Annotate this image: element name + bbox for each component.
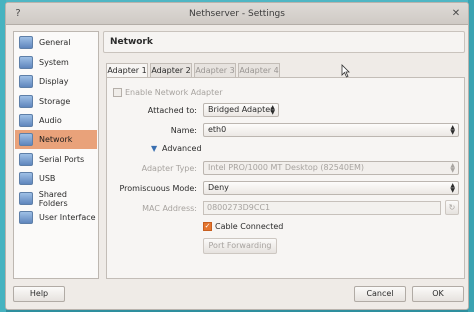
promiscuous-mode-label: Promiscuous Mode: <box>119 184 197 193</box>
window-title: Nethserver - Settings <box>189 9 285 19</box>
promiscuous-mode-select[interactable]: Deny ▲ ▼ <box>203 181 459 195</box>
port-forwarding-button[interactable]: Port Forwarding <box>203 238 277 254</box>
tab-adapter-1[interactable]: Adapter 1 <box>106 63 148 78</box>
adapter-type-label: Adapter Type: <box>141 164 197 173</box>
advanced-toggle[interactable]: Advanced <box>162 144 202 153</box>
storage-icon <box>19 95 33 108</box>
tab-adapter-4[interactable]: Adapter 4 <box>238 63 280 77</box>
page-heading: Network <box>103 31 465 53</box>
cable-connected-checkbox[interactable]: ✓ <box>203 222 212 231</box>
tab-adapter-3[interactable]: Adapter 3 <box>194 63 236 77</box>
sidebar-item-label: User Interface <box>39 213 96 222</box>
settings-window: ? Nethserver - Settings ✕ General System… <box>5 2 469 310</box>
cable-connected-label: Cable Connected <box>215 222 284 231</box>
sidebar-item-audio[interactable]: Audio <box>15 111 97 130</box>
advanced-toggle-icon[interactable]: ▼ <box>151 144 157 153</box>
name-label: Name: <box>170 126 197 135</box>
promiscuous-mode-value: Deny <box>208 183 229 192</box>
serial-ports-icon <box>19 153 33 166</box>
sidebar-item-storage[interactable]: Storage <box>15 92 97 111</box>
sidebar-item-user-interface[interactable]: User Interface <box>15 208 97 227</box>
chevron-updown-icon: ▲ ▼ <box>270 104 275 116</box>
settings-sidebar: General System Display Storage Audio Net… <box>13 31 99 279</box>
cancel-button[interactable]: Cancel <box>354 286 406 302</box>
close-icon[interactable]: ✕ <box>450 8 462 20</box>
mac-address-label: MAC Address: <box>142 204 197 213</box>
general-icon <box>19 36 33 49</box>
sidebar-item-general[interactable]: General <box>15 33 97 52</box>
system-icon <box>19 56 33 69</box>
display-icon <box>19 75 33 88</box>
sidebar-item-label: Audio <box>39 116 62 125</box>
attached-to-label: Attached to: <box>147 106 197 115</box>
audio-icon <box>19 114 33 127</box>
sidebar-item-display[interactable]: Display <box>15 72 97 91</box>
help-button[interactable]: Help <box>13 286 65 302</box>
mac-address-field[interactable]: 0800273D9CC1 <box>203 201 441 215</box>
user-interface-icon <box>19 211 33 224</box>
tab-adapter-2[interactable]: Adapter 2 <box>150 63 192 77</box>
settings-content: Network Adapter 1 Adapter 2 Adapter 3 Ad… <box>103 31 465 279</box>
refresh-mac-icon[interactable]: ↻ <box>445 200 459 215</box>
usb-icon <box>19 172 33 185</box>
sidebar-item-system[interactable]: System <box>15 53 97 72</box>
attached-to-value: Bridged Adapter <box>208 105 274 114</box>
sidebar-item-shared-folders[interactable]: Shared Folders <box>15 189 97 208</box>
chevron-updown-icon: ▲ ▼ <box>450 162 455 174</box>
adapter-type-value: Intel PRO/1000 MT Desktop (82540EM) <box>208 163 365 172</box>
chevron-updown-icon: ▲ ▼ <box>450 124 455 136</box>
sidebar-item-label: Display <box>39 77 69 86</box>
sidebar-item-usb[interactable]: USB <box>15 169 97 188</box>
attached-to-select[interactable]: Bridged Adapter ▲ ▼ <box>203 103 279 117</box>
enable-network-checkbox[interactable] <box>113 88 122 97</box>
enable-network-label: Enable Network Adapter <box>125 88 223 97</box>
sidebar-item-label: Network <box>39 135 73 144</box>
title-bar[interactable]: ? Nethserver - Settings ✕ <box>6 3 468 25</box>
sidebar-item-serial-ports[interactable]: Serial Ports <box>15 150 97 169</box>
sidebar-item-label: USB <box>39 174 56 183</box>
sidebar-item-label: System <box>39 58 69 67</box>
sidebar-item-label: Shared Folders <box>38 189 68 208</box>
name-select[interactable]: eth0 ▲ ▼ <box>203 123 459 137</box>
sidebar-item-label: General <box>39 38 71 47</box>
sidebar-item-label: Storage <box>39 97 71 106</box>
name-value: eth0 <box>208 125 227 134</box>
ok-button[interactable]: OK <box>412 286 464 302</box>
mouse-cursor-icon <box>341 64 350 78</box>
adapter-type-select[interactable]: Intel PRO/1000 MT Desktop (82540EM) ▲ ▼ <box>203 161 459 175</box>
page-title: Network <box>110 37 153 47</box>
sidebar-item-label: Serial Ports <box>39 155 85 164</box>
adapter-panel: Enable Network Adapter Attached to: Brid… <box>106 77 465 279</box>
shared-folders-icon <box>19 192 33 205</box>
sidebar-item-network[interactable]: Network <box>15 130 97 149</box>
network-icon <box>19 133 33 146</box>
chevron-updown-icon: ▲ ▼ <box>450 182 455 194</box>
